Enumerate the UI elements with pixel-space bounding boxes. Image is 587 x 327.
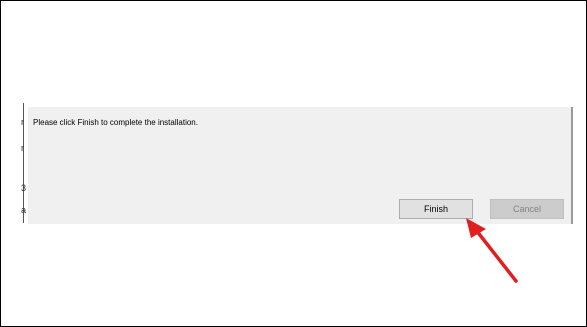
cancel-button: Cancel (490, 199, 564, 219)
installer-dialog: Please click Finish to complete the inst… (28, 107, 573, 224)
background-window-fragment: a (21, 205, 27, 215)
background-window-fragment: r (21, 143, 24, 153)
completion-message: Please click Finish to complete the inst… (33, 118, 198, 127)
background-window-fragment: r (21, 117, 24, 127)
background-window-fragment: 3 (21, 183, 27, 193)
finish-button[interactable]: Finish (399, 199, 473, 219)
